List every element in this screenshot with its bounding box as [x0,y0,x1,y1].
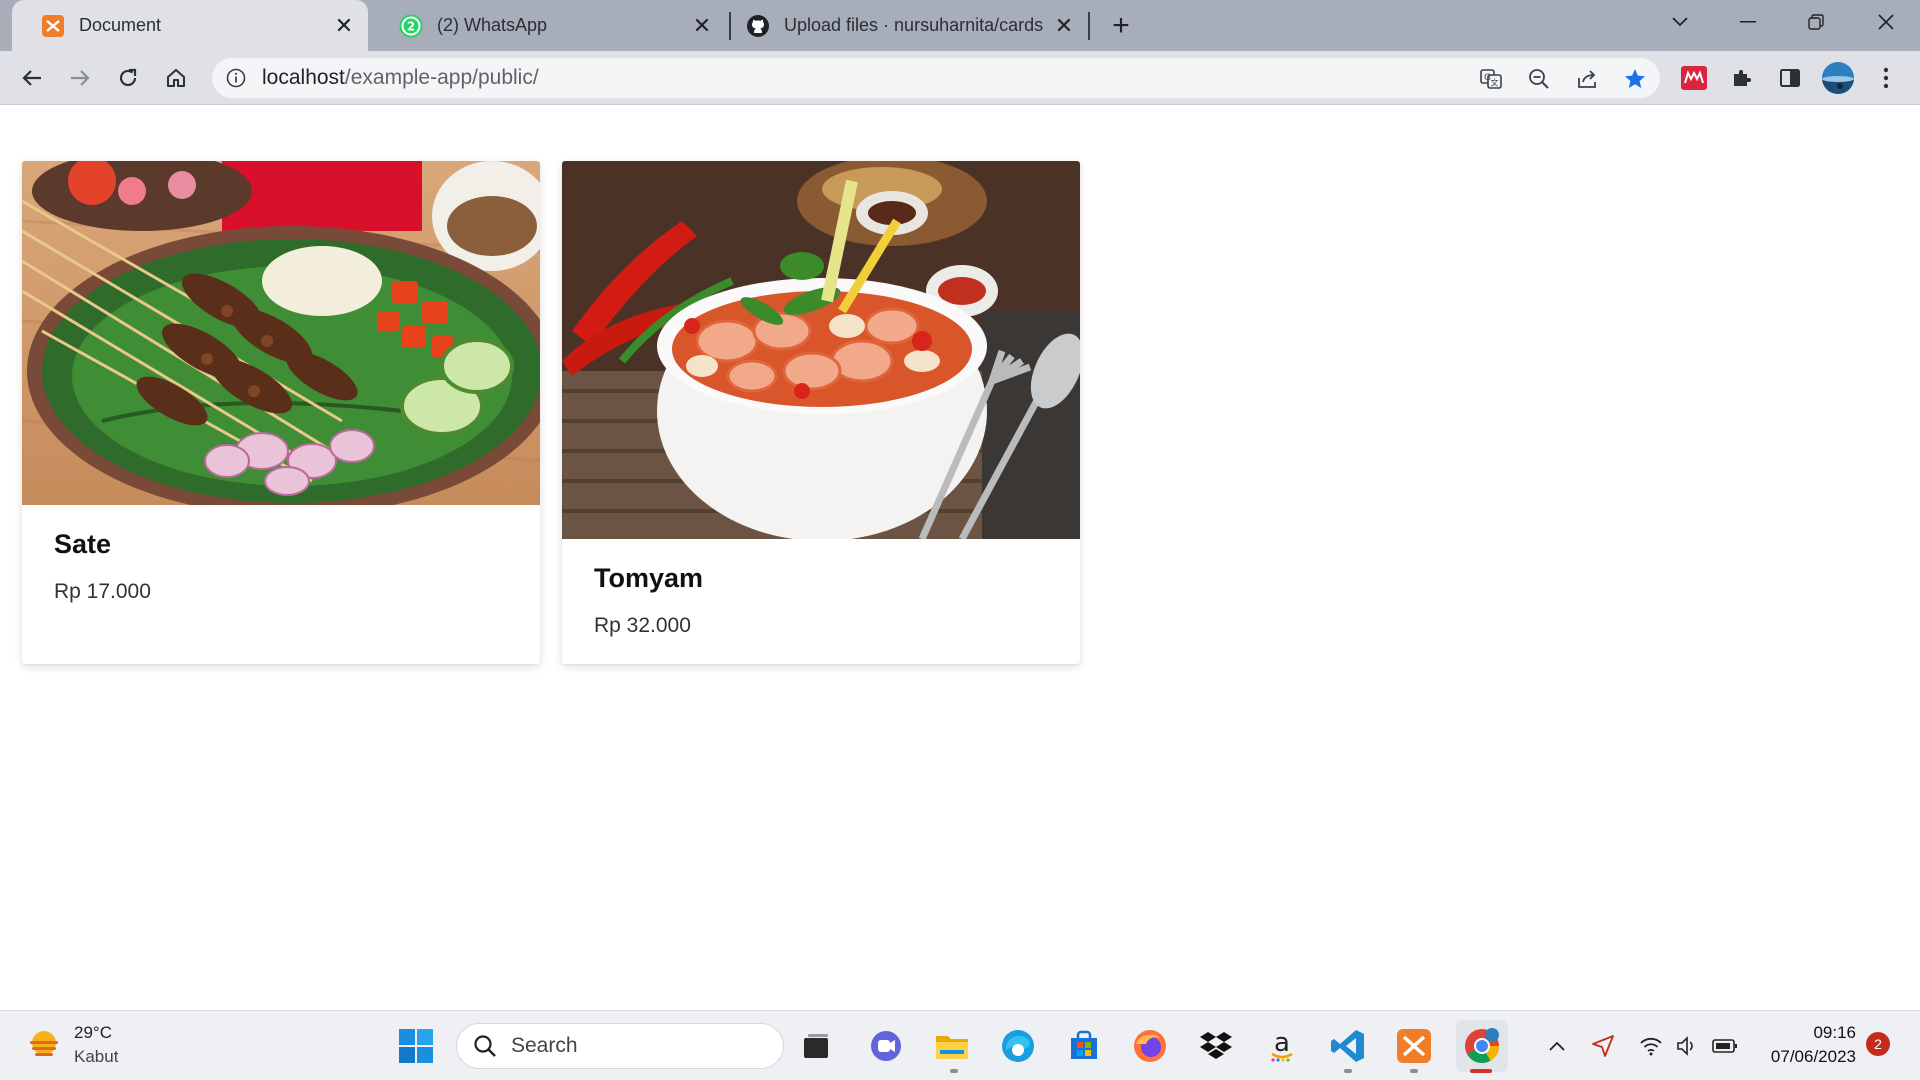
tab-title: (2) WhatsApp [437,15,548,35]
tab-whatsapp[interactable]: 2 (2) WhatsApp ✕ [370,0,726,51]
active-indicator [1470,1069,1492,1073]
file-explorer-icon[interactable] [930,1024,974,1068]
system-clock[interactable]: 09:16 07/06/2023 [1760,1021,1856,1069]
translate-icon[interactable]: G文 [1478,66,1504,92]
vscode-icon[interactable] [1326,1024,1370,1068]
close-icon[interactable]: ✕ [1052,13,1076,38]
notification-badge[interactable]: 2 [1866,1032,1890,1056]
show-hidden-icons-chevron-icon[interactable] [1544,1033,1570,1059]
close-icon[interactable]: ✕ [332,13,356,38]
running-indicator [1344,1069,1352,1073]
tab-separator [1088,12,1090,40]
teams-chat-icon[interactable] [864,1024,908,1068]
close-window-icon[interactable] [1858,0,1914,44]
bookmark-star-icon[interactable] [1622,66,1648,92]
dropbox-icon[interactable] [1194,1024,1238,1068]
site-info-icon[interactable] [224,66,248,90]
task-view-icon[interactable] [794,1024,838,1068]
extensions-puzzle-icon[interactable] [1724,60,1760,96]
zoom-out-icon[interactable] [1526,66,1552,92]
card-body: Sate Rp 17.000 [22,505,540,604]
url-text: localhost/example-app/public/ [262,66,539,89]
start-button[interactable] [394,1024,438,1068]
location-send-icon[interactable] [1590,1033,1616,1059]
running-indicator [1410,1069,1418,1073]
weather-widget[interactable]: 29°C Kabut [26,1023,118,1067]
card-price: Rp 17.000 [54,580,151,603]
profile-avatar[interactable] [1820,60,1856,96]
wifi-icon[interactable] [1638,1033,1664,1059]
xampp-icon [41,14,65,38]
weather-condition: Kabut [74,1047,119,1066]
search-label: Search [511,1034,578,1057]
minimize-icon[interactable] [1720,0,1776,44]
share-icon[interactable] [1574,66,1600,92]
card-title: Sate [54,529,112,559]
search-icon [473,1034,497,1058]
tab-separator [729,12,731,40]
tab-github[interactable]: Upload files · nursuharnita/cards ✕ [732,0,1088,51]
card-title: Tomyam [594,563,704,593]
close-icon[interactable]: ✕ [690,13,714,38]
github-icon [746,14,770,38]
xampp-taskbar-icon[interactable] [1392,1024,1436,1068]
extension-mendeley-icon[interactable] [1676,60,1712,96]
edge-browser-icon[interactable] [996,1024,1040,1068]
clock-date: 07/06/2023 [1770,1047,1856,1066]
card-body: Tomyam Rp 32.000 [562,539,1080,638]
address-bar[interactable]: localhost/example-app/public/ G文 [212,58,1660,98]
chrome-icon[interactable] [1456,1020,1508,1072]
battery-icon[interactable] [1712,1033,1738,1059]
firefox-icon[interactable] [1128,1024,1172,1068]
tab-document[interactable]: Document ✕ [12,0,368,51]
svg-text:a: a [1274,1029,1290,1058]
weather-sun-haze-icon [26,1027,62,1063]
clock-time: 09:16 [1813,1023,1856,1042]
weather-temp: 29°C [74,1023,112,1042]
side-panel-icon[interactable] [1772,60,1808,96]
reload-icon[interactable] [110,60,146,96]
tomyam-photo [562,161,1080,539]
running-indicator [950,1069,958,1073]
tab-search-chevron-icon[interactable] [1652,0,1708,44]
windows-taskbar: 29°C Kabut Search a 09:16 07/06/2023 2 [0,1010,1920,1080]
product-card-sate[interactable]: Sate Rp 17.000 [22,161,540,664]
forward-arrow-icon[interactable] [62,60,98,96]
home-icon[interactable] [158,60,194,96]
weather-text: 29°C Kabut [74,1023,118,1067]
volume-icon[interactable] [1674,1033,1700,1059]
restore-icon[interactable] [1788,0,1844,44]
card-price: Rp 32.000 [594,614,691,637]
product-card-tomyam[interactable]: Tomyam Rp 32.000 [562,161,1080,664]
back-arrow-icon[interactable] [14,60,50,96]
menu-kebab-icon[interactable] [1868,60,1904,96]
whatsapp-icon: 2 [399,14,423,38]
microsoft-store-icon[interactable] [1062,1024,1106,1068]
taskbar-search-box[interactable]: Search [456,1023,784,1069]
svg-text:文: 文 [1491,78,1499,88]
tab-title: Document [79,15,162,35]
svg-text:2: 2 [407,19,415,33]
sate-photo [22,161,540,505]
tab-title: Upload files · nursuharnita/cards [784,15,1044,35]
new-tab-plus-icon[interactable]: + [1106,9,1136,42]
amazon-icon[interactable]: a [1260,1024,1304,1068]
page-content: Sate Rp 17.000 Tomyam Rp 32.000 [0,106,1920,1010]
browser-toolbar: localhost/example-app/public/ G文 [0,51,1920,105]
tab-strip: Document ✕ 2 (2) WhatsApp ✕ Upload files… [0,0,1920,51]
